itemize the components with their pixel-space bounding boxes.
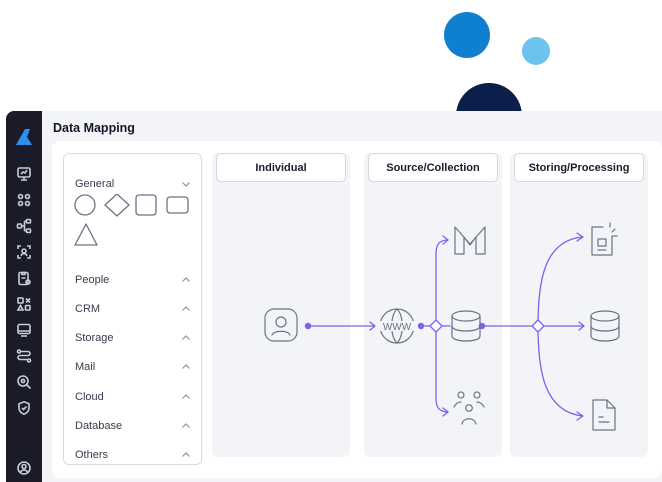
search-settings-icon[interactable] — [15, 373, 33, 391]
clipboard-settings-icon[interactable] — [15, 269, 33, 287]
network-icon[interactable] — [15, 217, 33, 235]
chevron-up-icon — [181, 421, 191, 431]
column-storing-processing: Storing/Processing — [510, 153, 648, 457]
palette-category-storage[interactable]: Storage — [75, 330, 191, 346]
decor-circle-blue — [444, 12, 490, 58]
palette-category-general[interactable]: General — [75, 176, 191, 192]
palette-category-database[interactable]: Database — [75, 418, 191, 434]
general-shapes — [74, 193, 194, 254]
category-label: People — [75, 274, 110, 286]
category-label: CRM — [75, 303, 101, 315]
chevron-up-icon — [181, 304, 191, 314]
diamond-shape[interactable] — [104, 193, 130, 217]
shapes-icon[interactable] — [15, 295, 33, 313]
category-label: Cloud — [75, 391, 104, 403]
palette-category-crm[interactable]: CRM — [75, 301, 191, 317]
monitor-icon[interactable] — [15, 321, 33, 339]
category-label: Others — [75, 449, 109, 461]
decor-circle-light-blue — [522, 37, 550, 65]
rounded-rectangle-shape[interactable] — [166, 196, 189, 214]
column-source-collection: Source/Collection — [364, 153, 502, 457]
square-shape[interactable] — [135, 194, 157, 216]
chevron-up-icon — [181, 450, 191, 460]
shape-palette: General People CRM Storage Mail Cloud Da… — [63, 153, 202, 465]
flow-icon[interactable] — [15, 347, 33, 365]
palette-category-cloud[interactable]: Cloud — [75, 389, 191, 405]
palette-category-people[interactable]: People — [75, 272, 191, 288]
dashboard-icon[interactable] — [15, 165, 33, 183]
column-header-individual[interactable]: Individual — [216, 153, 346, 182]
circle-shape[interactable] — [74, 194, 96, 216]
triangle-shape[interactable] — [74, 223, 98, 246]
chevron-up-icon — [181, 275, 191, 285]
column-header-storing-processing[interactable]: Storing/Processing — [514, 153, 644, 182]
chevron-up-icon — [181, 333, 191, 343]
globe-label: WWW — [383, 322, 412, 333]
user-icon[interactable] — [15, 459, 33, 477]
palette-category-mail[interactable]: Mail — [75, 359, 191, 375]
chevron-up-icon — [181, 362, 191, 372]
category-label: Storage — [75, 332, 114, 344]
category-label: Mail — [75, 361, 96, 373]
page-title: Data Mapping — [53, 121, 135, 135]
column-individual: Individual — [212, 153, 350, 457]
shield-icon[interactable] — [15, 399, 33, 417]
app-window: Data Mapping General People CRM Storage … — [6, 111, 662, 482]
app-logo-icon[interactable] — [13, 126, 35, 148]
category-label: Database — [75, 420, 123, 432]
chevron-down-icon — [181, 179, 191, 189]
chevron-up-icon — [181, 392, 191, 402]
column-header-source-collection[interactable]: Source/Collection — [368, 153, 498, 182]
canvas-workspace: General People CRM Storage Mail Cloud Da… — [52, 141, 662, 478]
nav-rail — [6, 111, 42, 482]
palette-category-others[interactable]: Others — [75, 447, 191, 463]
category-label: General — [75, 178, 115, 190]
scan-icon[interactable] — [15, 243, 33, 261]
apps-grid-icon[interactable] — [15, 191, 33, 209]
